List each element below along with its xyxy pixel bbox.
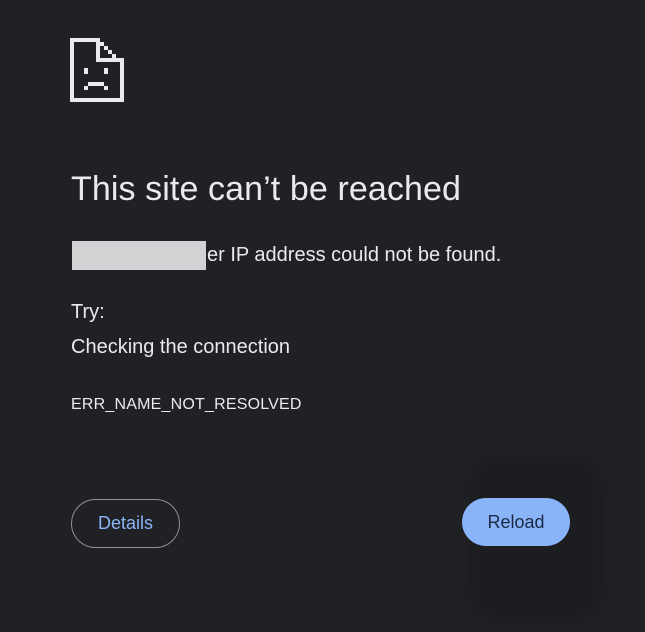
error-description-text: er IP address could not be found. (207, 243, 502, 266)
suggestion-item: Checking the connection (71, 336, 291, 358)
error-code: ERR_NAME_NOT_RESOLVED (71, 396, 302, 413)
try-label: Try: (71, 301, 105, 323)
error-description: er IP address could not be found. (72, 240, 501, 270)
details-button[interactable]: Details (71, 499, 180, 548)
reload-button[interactable]: Reload (462, 498, 570, 546)
page-title: This site can’t be reached (71, 170, 462, 208)
redacted-hostname (72, 240, 206, 270)
sad-page-icon (70, 38, 124, 102)
